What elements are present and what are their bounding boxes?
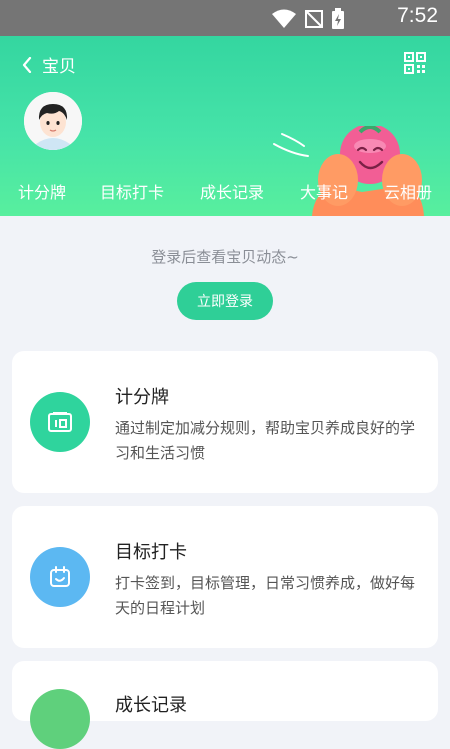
status-time: 7:52 <box>397 4 438 27</box>
back-label: 宝贝 <box>42 57 76 77</box>
header-banner: 宝贝 计分牌 目标打卡 成长记录 大事记 云相册 <box>0 36 450 216</box>
tab-growth-record[interactable]: 成长记录 <box>200 179 264 203</box>
tab-milestones[interactable]: 大事记 <box>300 179 348 203</box>
growth-record-icon-circle <box>30 689 90 749</box>
scoreboard-card[interactable]: 计分牌 通过制定加减分规则，帮助宝贝养成良好的学习和生活习惯 <box>12 351 438 493</box>
avatar[interactable] <box>24 92 82 150</box>
child-avatar-icon <box>24 92 82 150</box>
scoreboard-icon <box>48 412 72 432</box>
card-title: 成长记录 <box>115 695 187 716</box>
back-button[interactable]: 宝贝 <box>22 52 76 77</box>
no-signal-icon <box>305 10 323 28</box>
tab-scoreboard[interactable]: 计分牌 <box>18 179 66 203</box>
wifi-icon <box>272 9 296 28</box>
battery-charging-icon <box>332 8 344 29</box>
status-bar: 7:52 <box>0 0 450 36</box>
chevron-left-icon <box>22 56 32 73</box>
goal-checkin-icon-circle <box>30 547 90 607</box>
card-title: 计分牌 <box>115 387 169 408</box>
scoreboard-icon-circle <box>30 392 90 452</box>
card-description: 打卡签到，目标管理，日常习惯养成，做好每天的日程计划 <box>115 574 416 617</box>
growth-record-card[interactable]: 成长记录 <box>12 661 438 749</box>
qr-code-icon[interactable] <box>404 52 426 74</box>
login-button[interactable]: 立即登录 <box>177 282 273 320</box>
card-description: 通过制定加减分规则，帮助宝贝养成良好的学习和生活习惯 <box>115 419 416 462</box>
calendar-check-icon <box>50 566 70 587</box>
login-tip: 登录后查看宝贝动态~ <box>151 248 299 266</box>
feature-tabs: 计分牌 目标打卡 成长记录 大事记 云相册 <box>0 179 450 203</box>
status-icons <box>271 8 345 30</box>
card-title: 目标打卡 <box>115 542 187 563</box>
goal-checkin-card[interactable]: 目标打卡 打卡签到，目标管理，日常习惯养成，做好每天的日程计划 <box>12 506 438 648</box>
tab-cloud-album[interactable]: 云相册 <box>384 179 432 203</box>
tab-goal-checkin[interactable]: 目标打卡 <box>100 179 164 203</box>
